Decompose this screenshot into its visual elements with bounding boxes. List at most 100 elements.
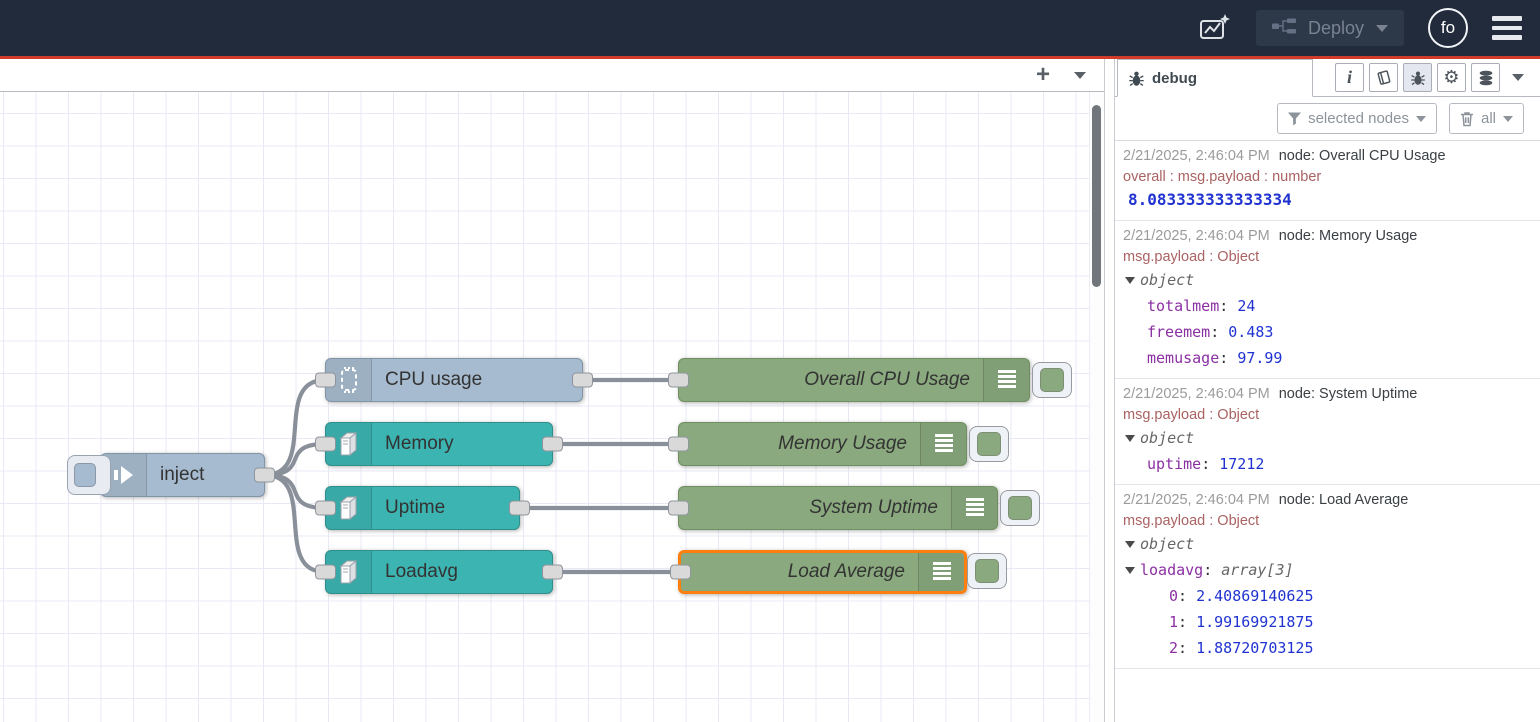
node-label: inject <box>147 454 264 496</box>
message-path: msg.payload : Object <box>1123 247 1534 267</box>
collapse-caret-icon[interactable] <box>1125 567 1135 574</box>
array-item: 11.99169921875 <box>1123 609 1534 635</box>
message-value: 8.083333333333334 <box>1123 187 1534 213</box>
node-label: Memory <box>372 423 552 465</box>
flow-canvas[interactable]: inject CPU usage <box>0 92 1104 722</box>
input-port[interactable] <box>315 373 336 388</box>
bug-icon <box>1410 70 1426 86</box>
sidebar-tabs-chevron-icon[interactable] <box>1512 74 1524 81</box>
debug-message: 2/21/2025, 2:46:04 PMnode: Memory Usage … <box>1115 221 1540 379</box>
debug-enable-toggle[interactable] <box>1032 362 1072 398</box>
input-port[interactable] <box>670 565 691 580</box>
input-port[interactable] <box>668 373 689 388</box>
input-port[interactable] <box>315 501 336 516</box>
output-port[interactable] <box>572 373 593 388</box>
debug-message-list[interactable]: 2/21/2025, 2:46:04 PM node: Overall CPU U… <box>1115 140 1540 722</box>
tab-debug[interactable]: debug <box>1117 59 1313 97</box>
add-flow-button[interactable]: + <box>1036 65 1050 85</box>
collapse-caret-icon[interactable] <box>1125 541 1135 548</box>
node-memory[interactable]: Memory <box>325 422 553 466</box>
node-debug-memory-usage[interactable]: Memory Usage <box>678 422 967 466</box>
filter-label: selected nodes <box>1308 110 1409 127</box>
gear-icon: ⚙ <box>1443 67 1459 88</box>
node-label: Memory Usage <box>679 423 920 465</box>
debug-console-icon <box>920 423 966 465</box>
tab-help-button[interactable] <box>1369 63 1398 92</box>
input-port[interactable] <box>315 437 336 452</box>
message-timestamp: 2/21/2025, 2:46:04 PM <box>1123 228 1270 244</box>
node-debug-overall-cpu[interactable]: Overall CPU Usage <box>678 358 1030 402</box>
node-inject[interactable]: inject <box>100 453 265 497</box>
canvas-scrollbar-track[interactable] <box>1089 92 1104 722</box>
message-path: msg.payload : Object <box>1123 405 1534 425</box>
deploy-caret-icon[interactable] <box>1376 25 1388 32</box>
debug-enable-toggle[interactable] <box>969 426 1009 462</box>
object-row[interactable]: object <box>1123 425 1534 451</box>
array-row[interactable]: loadavgarray[3] <box>1123 557 1534 583</box>
deploy-label: Deploy <box>1308 18 1364 39</box>
node-label: CPU usage <box>372 359 582 401</box>
output-port[interactable] <box>542 565 563 580</box>
message-node-name: node: Overall CPU Usage <box>1279 148 1446 164</box>
trash-icon <box>1460 111 1474 127</box>
book-icon <box>1375 69 1392 86</box>
debug-toolbar: selected nodes all <box>1115 97 1540 140</box>
sidebar-splitter[interactable] <box>1104 59 1115 722</box>
collapse-caret-icon[interactable] <box>1125 277 1135 284</box>
node-label: Uptime <box>372 487 519 529</box>
user-avatar[interactable]: fo <box>1428 8 1468 48</box>
tab-config-button[interactable]: ⚙ <box>1437 63 1466 92</box>
debug-message: 2/21/2025, 2:46:04 PMnode: Load Average … <box>1115 485 1540 669</box>
node-label: Load Average <box>681 553 918 591</box>
output-port[interactable] <box>509 501 530 516</box>
debug-enable-toggle[interactable] <box>967 553 1007 589</box>
node-debug-system-uptime[interactable]: System Uptime <box>678 486 998 530</box>
debug-clear-button[interactable]: all <box>1449 103 1524 134</box>
debug-filter-button[interactable]: selected nodes <box>1277 103 1437 134</box>
output-port[interactable] <box>542 437 563 452</box>
tab-info-button[interactable]: i <box>1335 63 1364 92</box>
node-debug-load-average[interactable]: Load Average <box>678 550 967 594</box>
message-timestamp: 2/21/2025, 2:46:04 PM <box>1123 386 1270 402</box>
output-port[interactable] <box>254 468 275 483</box>
workspace-column: + <box>0 59 1104 722</box>
debug-enable-toggle[interactable] <box>1000 490 1040 526</box>
message-timestamp: 2/21/2025, 2:46:04 PM <box>1123 492 1270 508</box>
message-path: msg.payload : Object <box>1123 511 1534 531</box>
flow-export-icon[interactable] <box>1198 12 1232 44</box>
input-port[interactable] <box>668 437 689 452</box>
canvas-scrollbar-thumb[interactable] <box>1092 105 1101 287</box>
deploy-button[interactable]: Deploy <box>1256 10 1404 46</box>
tab-context-button[interactable] <box>1471 63 1500 92</box>
message-node-name: node: Load Average <box>1279 492 1409 508</box>
node-cpu-usage[interactable]: CPU usage <box>325 358 583 402</box>
debug-console-icon <box>983 359 1029 401</box>
node-red-app: Deploy fo + <box>0 0 1540 722</box>
node-label: Loadavg <box>372 551 552 593</box>
inject-trigger-button[interactable] <box>67 455 111 495</box>
object-row[interactable]: object <box>1123 267 1534 293</box>
sidebar: debug i <box>1115 59 1540 722</box>
node-uptime[interactable]: Uptime <box>325 486 520 530</box>
debug-console-icon <box>918 553 964 591</box>
tab-debug-label: debug <box>1152 70 1197 87</box>
object-field: memusage97.99 <box>1123 345 1534 371</box>
array-item: 21.88720703125 <box>1123 635 1534 661</box>
node-label: Overall CPU Usage <box>679 359 983 401</box>
wires-layer <box>0 92 1104 722</box>
sidebar-tab-buttons: i <box>1335 63 1500 92</box>
header-bar: Deploy fo <box>0 0 1540 56</box>
node-loadavg[interactable]: Loadavg <box>325 550 553 594</box>
main-menu-icon[interactable] <box>1492 16 1522 40</box>
array-item: 02.40869140625 <box>1123 583 1534 609</box>
collapse-caret-icon[interactable] <box>1125 435 1135 442</box>
sidebar-tabbar: debug i <box>1115 59 1540 97</box>
object-row[interactable]: object <box>1123 531 1534 557</box>
input-port[interactable] <box>668 501 689 516</box>
message-node-name: node: System Uptime <box>1279 386 1418 402</box>
input-port[interactable] <box>315 565 336 580</box>
flow-list-chevron-icon[interactable] <box>1074 72 1086 79</box>
tab-debug-button[interactable] <box>1403 63 1432 92</box>
bug-icon <box>1128 70 1145 87</box>
info-icon: i <box>1347 67 1352 88</box>
